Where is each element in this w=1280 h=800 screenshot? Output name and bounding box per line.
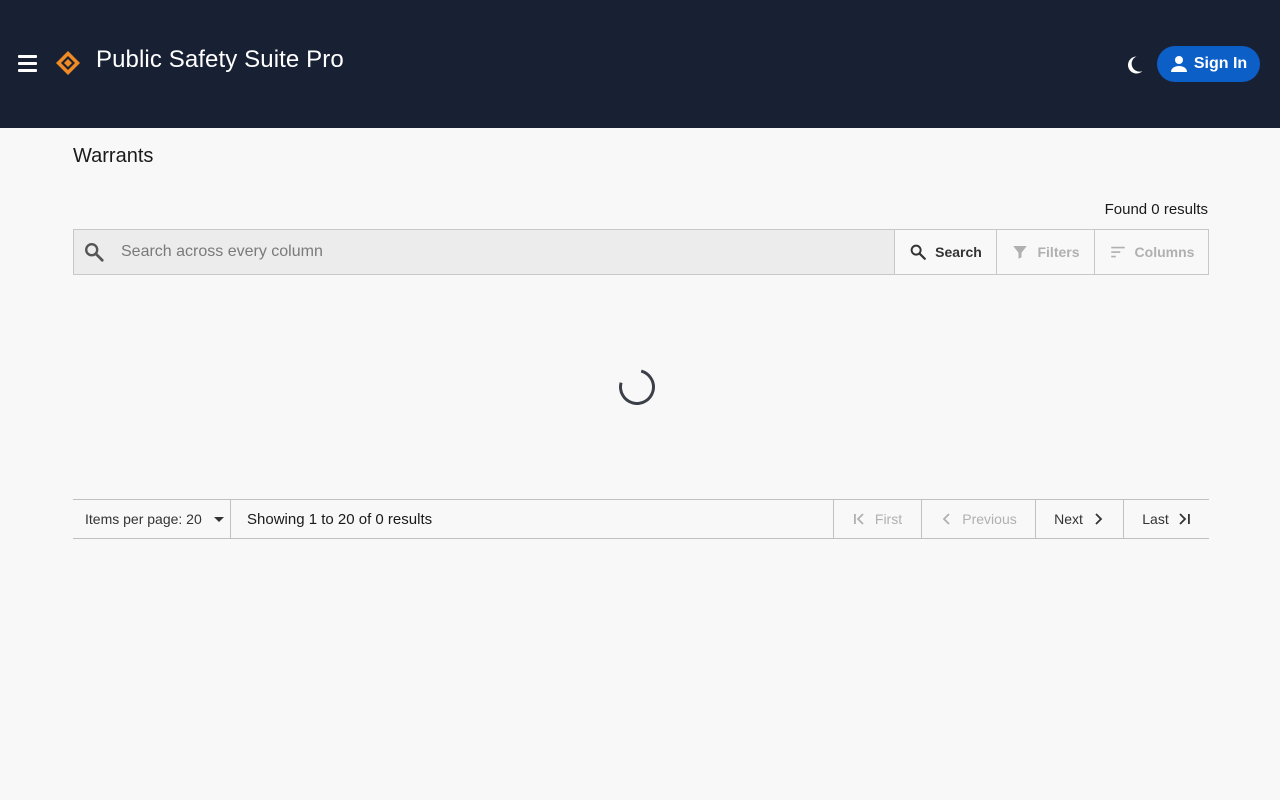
search-bar: Search Filters Columns — [73, 229, 1209, 275]
search-input[interactable] — [121, 243, 894, 261]
moon-icon[interactable] — [1123, 52, 1147, 76]
chevron-left-icon — [942, 513, 950, 525]
sign-in-label: Sign In — [1193, 55, 1248, 72]
page-title: Warrants — [73, 145, 154, 167]
previous-page-button[interactable]: Previous — [921, 500, 1035, 538]
first-page-icon — [853, 513, 864, 525]
search-icon — [910, 244, 927, 260]
columns-button-label: Columns — [1134, 244, 1195, 260]
filters-button-label: Filters — [1037, 244, 1080, 260]
showing-range: Showing 1 to 20 of 0 results — [247, 510, 433, 528]
pagination-bar: Items per page: 20 Showing 1 to 20 of 0 … — [73, 499, 1209, 539]
first-page-button[interactable]: First — [833, 500, 921, 538]
filters-button[interactable]: Filters — [996, 230, 1094, 274]
previous-label: Previous — [962, 511, 1017, 527]
next-label: Next — [1054, 511, 1083, 527]
first-label: First — [874, 511, 903, 527]
caret-down-icon — [213, 516, 224, 522]
last-page-icon — [1179, 513, 1190, 525]
last-label: Last — [1142, 511, 1169, 527]
next-page-button[interactable]: Next — [1035, 500, 1123, 538]
search-button-label: Search — [935, 244, 982, 260]
menu-icon[interactable] — [14, 48, 42, 78]
chevron-right-icon — [1095, 513, 1103, 525]
last-page-button[interactable]: Last — [1123, 500, 1209, 538]
filter-icon — [1013, 246, 1028, 259]
loading-spinner — [612, 362, 662, 412]
results-count: Found 0 results — [1104, 201, 1208, 218]
search-icon — [85, 243, 104, 262]
sort-lines-icon — [1110, 246, 1125, 258]
search-button[interactable]: Search — [894, 230, 996, 274]
app-header: Public Safety Suite Pro Sign In — [0, 0, 1280, 128]
items-per-page-select[interactable]: Items per page: 20 — [73, 500, 231, 538]
columns-button[interactable]: Columns — [1094, 230, 1208, 274]
items-per-page-label: Items per page: 20 — [85, 511, 202, 527]
user-icon — [1170, 56, 1187, 72]
logo-icon — [56, 51, 80, 75]
app-title: Public Safety Suite Pro — [96, 46, 344, 73]
sign-in-button[interactable]: Sign In — [1157, 46, 1260, 82]
search-field — [74, 230, 894, 274]
